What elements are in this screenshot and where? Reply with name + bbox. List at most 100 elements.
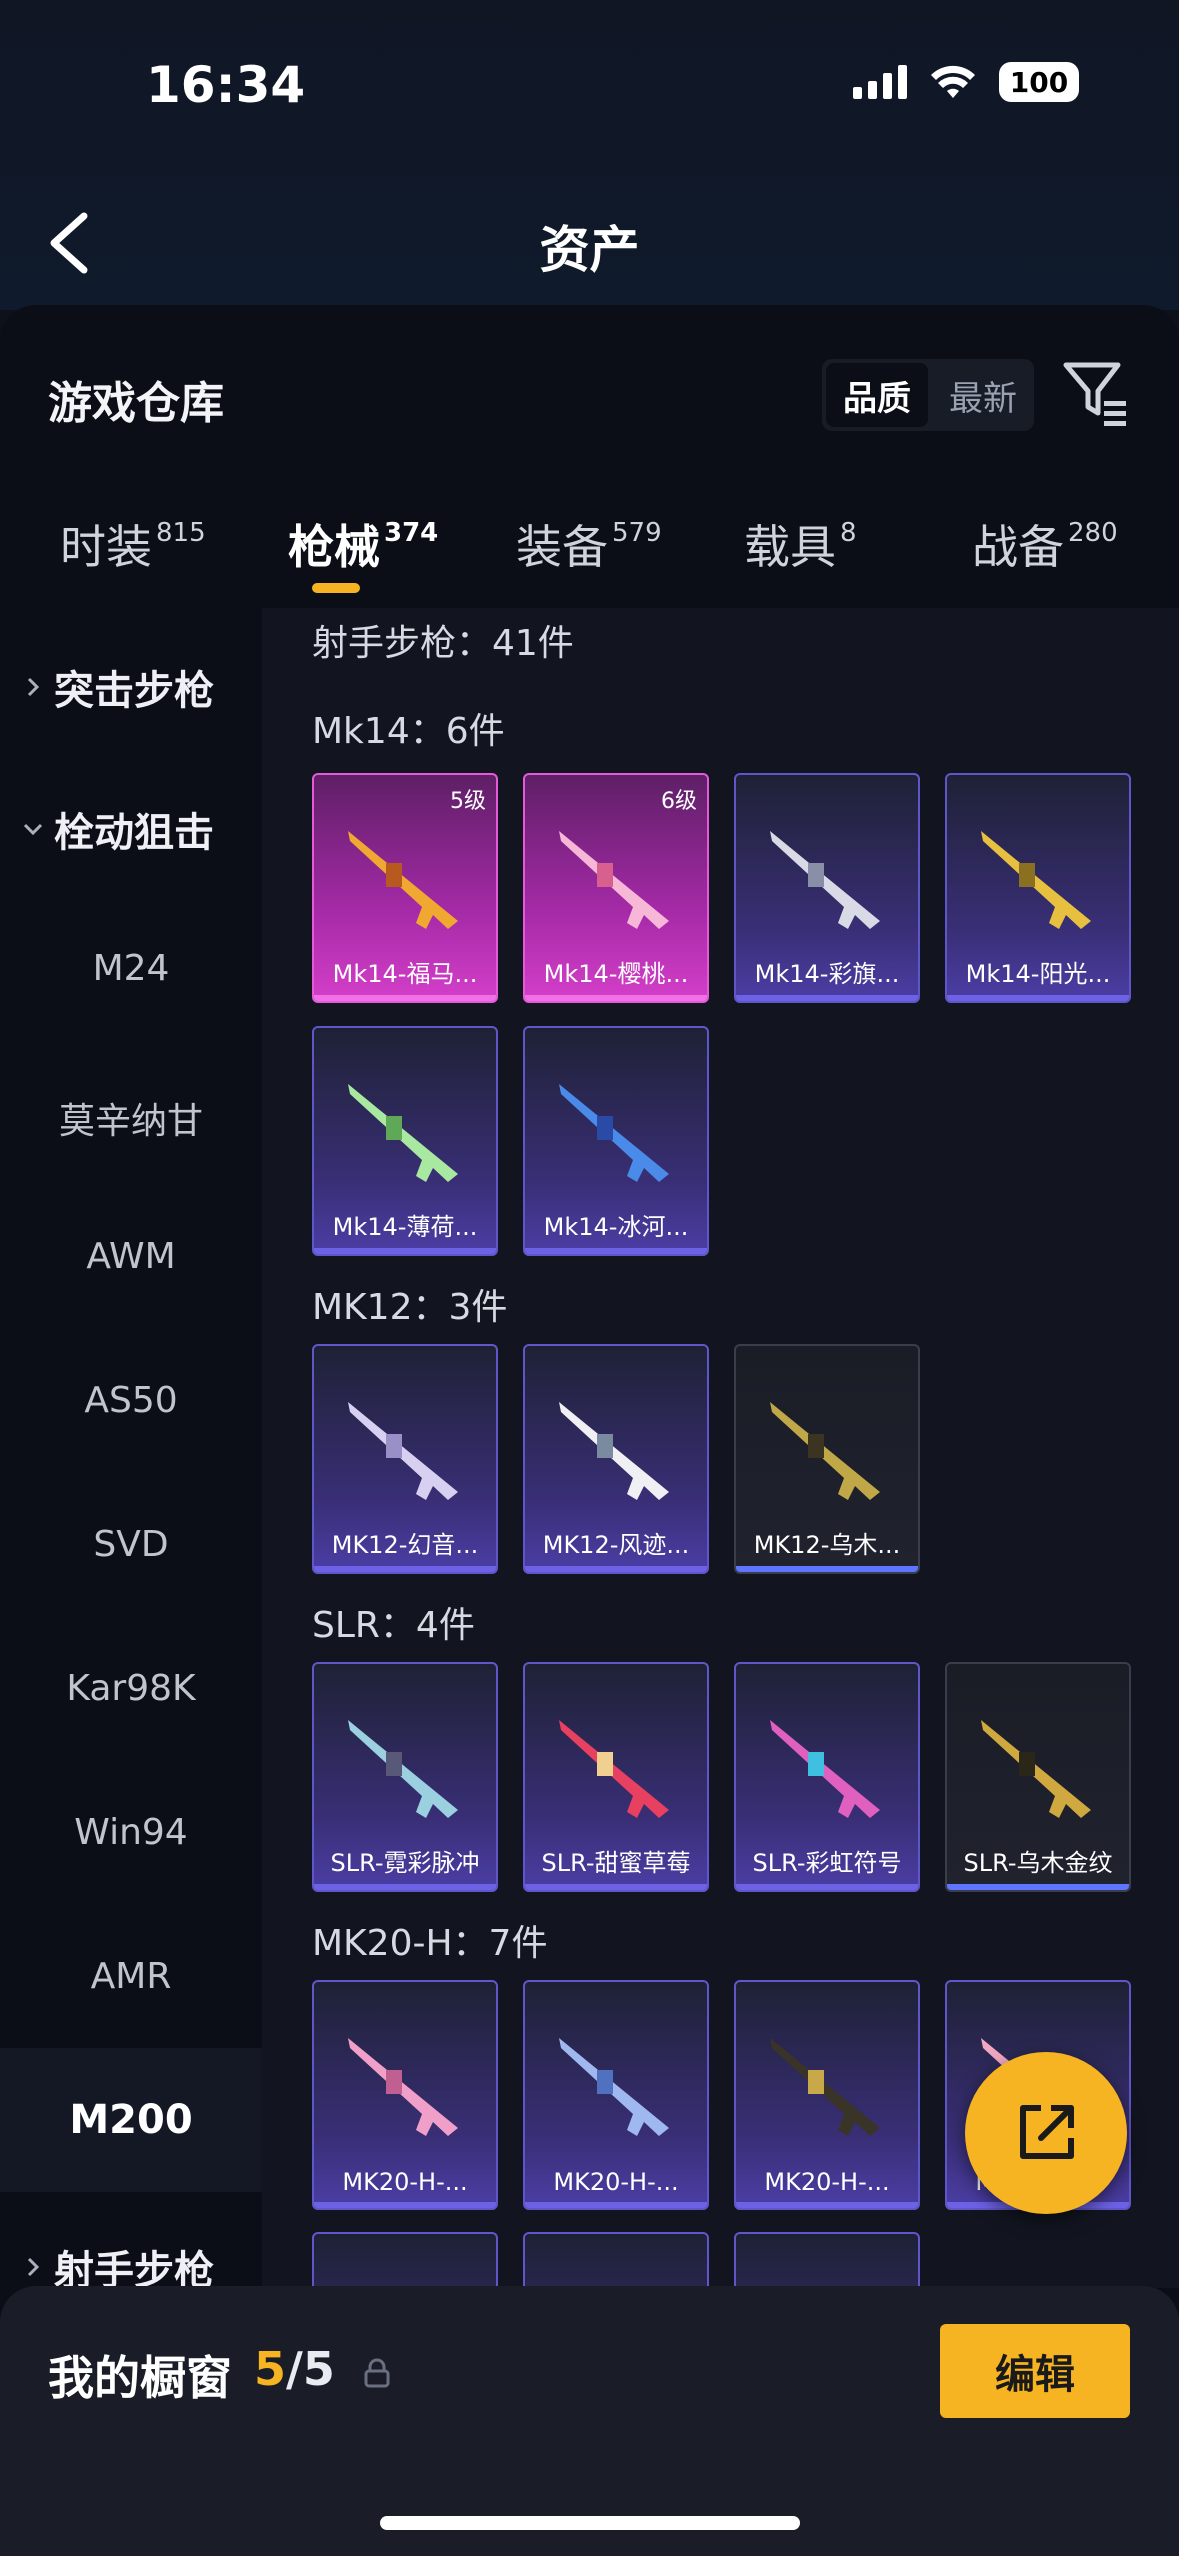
chevron-right-icon <box>27 2257 40 2277</box>
rifle-icon <box>770 1402 880 1500</box>
sidebar-group-assault-rifle[interactable]: 突击步枪 <box>22 658 214 716</box>
weapon-card[interactable]: MK12-乌木... <box>734 1344 920 1574</box>
rifle-icon <box>348 1402 458 1500</box>
weapon-card[interactable]: Mk14-冰河... <box>523 1026 709 1256</box>
showcase-bar: 我的橱窗 5/5 编辑 <box>0 2286 1179 2556</box>
tab-label: 时装 <box>60 520 152 574</box>
sidebar-item-kar98k[interactable]: Kar98K <box>0 1668 262 1709</box>
weapon-card[interactable]: SLR-霓彩脉冲 <box>312 1662 498 1892</box>
chevron-down-icon <box>23 823 43 836</box>
rarity-bar <box>947 1884 1129 1890</box>
status-bar: 16:34 100 <box>0 0 1179 170</box>
weapon-name: SLR-甜蜜草莓 <box>541 1849 691 1877</box>
sort-latest-option[interactable]: 最新 <box>932 359 1034 431</box>
weapon-card[interactable]: SLR-乌木金纹 <box>945 1662 1131 1892</box>
group-title-mk20h: MK20-H：7件 <box>312 1923 548 1964</box>
battery-icon: 100 <box>999 62 1079 102</box>
weapon-card[interactable] <box>734 2232 920 2288</box>
weapon-name: MK12-乌木... <box>753 1531 901 1559</box>
rarity-bar <box>314 1248 496 1254</box>
rifle-icon <box>348 831 458 929</box>
edit-button[interactable]: 编辑 <box>940 2324 1130 2418</box>
tab-costume[interactable]: 时装 815 <box>60 511 206 577</box>
page-title: 资产 <box>539 221 640 279</box>
weapon-card[interactable]: MK20-H-... <box>523 1980 709 2210</box>
rifle-icon <box>559 1402 669 1500</box>
sidebar-item-svd[interactable]: SVD <box>0 1524 262 1565</box>
weapon-name: Mk14-福马... <box>332 960 478 988</box>
tab-count: 579 <box>612 518 662 548</box>
rarity-bar <box>736 1884 918 1890</box>
rarity-bar <box>314 1884 496 1890</box>
home-indicator <box>380 2516 800 2530</box>
rifle-icon <box>981 1720 1091 1818</box>
wifi-icon <box>931 65 975 98</box>
tab-supplies[interactable]: 战备 280 <box>972 511 1118 577</box>
weapon-name: Mk14-薄荷... <box>332 1213 478 1241</box>
lock-icon <box>364 2358 390 2388</box>
weapon-card[interactable]: Mk14-彩旗... <box>734 773 920 1003</box>
group-title-mk12: MK12：3件 <box>312 1287 508 1328</box>
filter-icon[interactable] <box>1060 357 1130 427</box>
showcase-current: 5 <box>254 2342 287 2396</box>
weapon-card[interactable]: SLR-彩虹符号 <box>734 1662 920 1892</box>
tab-vehicles[interactable]: 载具 8 <box>744 511 857 577</box>
sidebar-group-label: 栓动狙击 <box>54 810 214 856</box>
weapon-card[interactable] <box>312 2232 498 2288</box>
sidebar-group-bolt-sniper[interactable]: 栓动狙击 <box>22 800 214 858</box>
sidebar-item-mosin[interactable]: 莫辛纳甘 <box>0 1092 262 1144</box>
rarity-bar <box>736 995 918 1001</box>
weapon-card[interactable]: Mk14-阳光... <box>945 773 1131 1003</box>
section-total: 射手步枪：41件 <box>312 623 574 664</box>
weapon-name: SLR-霓彩脉冲 <box>330 1849 480 1877</box>
rarity-bar <box>736 2202 918 2208</box>
tab-guns[interactable]: 枪械 374 <box>288 511 438 577</box>
weapon-card[interactable]: MK12-幻音... <box>312 1344 498 1574</box>
weapon-card[interactable]: SLR-甜蜜草莓 <box>523 1662 709 1892</box>
weapon-type-sidebar: 突击步枪 栓动狙击 M24 莫辛纳甘 AWM AS50 SVD Kar98K W… <box>0 608 262 2294</box>
warehouse-title: 游戏仓库 <box>48 378 224 429</box>
weapon-name: SLR-彩虹符号 <box>752 1849 902 1877</box>
share-button[interactable] <box>965 2052 1127 2214</box>
status-time: 16:34 <box>146 56 306 114</box>
rarity-bar <box>314 2202 496 2208</box>
signal-icon <box>853 65 907 99</box>
weapon-name: Mk14-冰河... <box>543 1213 689 1241</box>
weapon-name: Mk14-樱桃... <box>543 960 689 988</box>
rarity-bar <box>525 2202 707 2208</box>
share-icon <box>1020 2105 1074 2159</box>
rifle-icon <box>348 2038 458 2136</box>
weapon-card[interactable] <box>523 2232 709 2288</box>
rifle-icon <box>559 831 669 929</box>
weapon-card[interactable]: MK20-H-... <box>312 1980 498 2210</box>
weapon-card[interactable]: MK20-H-... <box>734 1980 920 2210</box>
rifle-icon <box>348 1720 458 1818</box>
weapon-name: SLR-乌木金纹 <box>963 1849 1113 1877</box>
rarity-bar <box>314 995 496 1001</box>
rifle-icon <box>770 1720 880 1818</box>
page-header: 资产 <box>0 190 1179 300</box>
sort-toggle: 品质 最新 <box>822 359 1034 431</box>
tab-label: 战备 <box>972 520 1064 574</box>
sidebar-item-amr[interactable]: AMR <box>0 1956 262 1997</box>
rifle-icon <box>559 2038 669 2136</box>
weapon-card[interactable]: 5级 Mk14-福马... <box>312 773 498 1003</box>
weapon-card[interactable]: MK12-风迹... <box>523 1344 709 1574</box>
weapon-grid: 射手步枪：41件 Mk14：6件 5级 Mk14-福马... 6级 Mk14-樱… <box>262 608 1179 2288</box>
rarity-bar <box>736 1566 918 1572</box>
sidebar-item-awm[interactable]: AWM <box>0 1236 262 1277</box>
sidebar-item-m200[interactable]: M200 <box>0 2048 262 2192</box>
active-tab-indicator <box>312 583 360 593</box>
weapon-name: MK20-H-... <box>764 2168 890 2196</box>
sidebar-item-as50[interactable]: AS50 <box>0 1380 262 1421</box>
rifle-icon <box>770 2038 880 2136</box>
weapon-card[interactable]: 6级 Mk14-樱桃... <box>523 773 709 1003</box>
tab-equipment[interactable]: 装备 579 <box>516 511 662 577</box>
sidebar-item-win94[interactable]: Win94 <box>0 1812 262 1853</box>
sidebar-item-m24[interactable]: M24 <box>0 948 262 989</box>
sort-quality-option[interactable]: 品质 <box>826 363 928 427</box>
weapon-name: Mk14-阳光... <box>965 960 1111 988</box>
weapon-card[interactable]: Mk14-薄荷... <box>312 1026 498 1256</box>
rarity-bar <box>947 995 1129 1001</box>
rifle-icon <box>348 1084 458 1182</box>
